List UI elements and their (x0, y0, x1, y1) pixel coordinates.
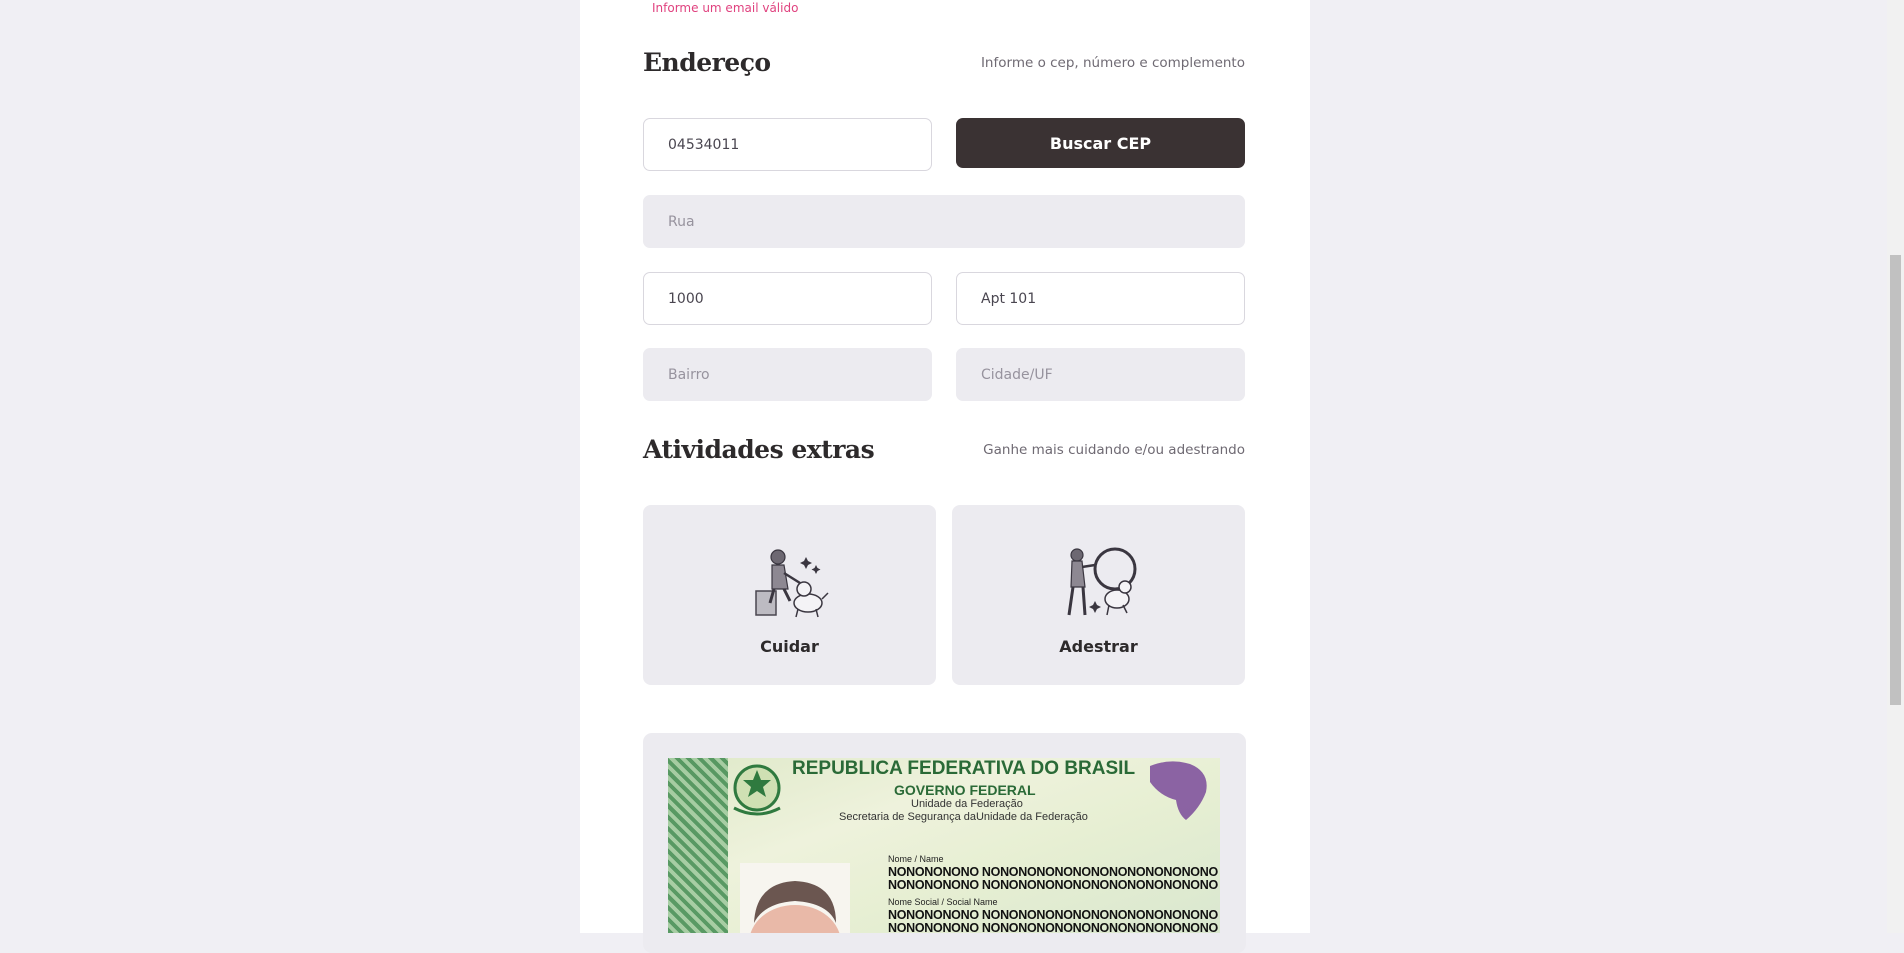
address-section-title: Endereço (643, 48, 771, 77)
search-cep-button[interactable]: Buscar CEP (956, 118, 1245, 168)
city-input[interactable] (956, 348, 1245, 401)
id-unit-label: Unidade da Federação (911, 798, 1023, 810)
id-secretariat-label: Secretaria de Segurança daUnidade da Fed… (839, 811, 1088, 823)
cep-input[interactable] (643, 118, 932, 171)
address-section-hint: Informe o cep, número e complemento (980, 55, 1245, 71)
option-label-cuidar: Cuidar (760, 637, 819, 656)
email-error-message: Informe um email válido (652, 1, 799, 15)
neighborhood-input[interactable] (643, 348, 932, 401)
dog-training-illustration-icon (1067, 547, 1136, 616)
id-name-line-2: NONONONONO NONONONONONONONONONONONONO (888, 878, 1218, 892)
id-social-line-2: NONONONONO NONONONONONONONONONONONONO (888, 921, 1218, 933)
complement-input[interactable] (956, 272, 1245, 325)
coat-of-arms-icon (733, 764, 781, 816)
option-card-adestrar[interactable]: Adestrar (952, 505, 1245, 685)
number-input[interactable] (643, 272, 932, 325)
avatar (750, 881, 840, 933)
pet-sitting-illustration-icon (754, 549, 829, 618)
id-social-name-label: Nome Social / Social Name (888, 897, 998, 907)
page-scrollbar[interactable] (1887, 0, 1904, 933)
extras-section-hint: Ganhe mais cuidando e/ou adestrando (983, 442, 1245, 458)
page-scrollbar-thumb[interactable] (1890, 255, 1901, 705)
extras-section-title: Atividades extras (643, 435, 875, 464)
id-photo-frame (740, 863, 850, 933)
option-label-adestrar: Adestrar (1059, 637, 1138, 656)
street-input[interactable] (643, 195, 1245, 248)
id-card-example-image: REPUBLICA FEDERATIVA DO BRASIL GOVERNO F… (668, 758, 1220, 933)
id-name-label: Nome / Name (888, 854, 944, 864)
id-name-line-1: NONONONONO NONONONONONONONONONONONONO (888, 865, 1218, 879)
id-social-line-1: NONONONONO NONONONONONONONONONONONONO (888, 908, 1218, 922)
brazil-map-icon (1150, 761, 1207, 820)
id-country-title: REPUBLICA FEDERATIVA DO BRASIL (792, 758, 1136, 779)
option-card-cuidar[interactable]: Cuidar (643, 505, 936, 685)
id-government-title: GOVERNO FEDERAL (894, 782, 1036, 798)
id-card-security-stripe (668, 758, 728, 933)
